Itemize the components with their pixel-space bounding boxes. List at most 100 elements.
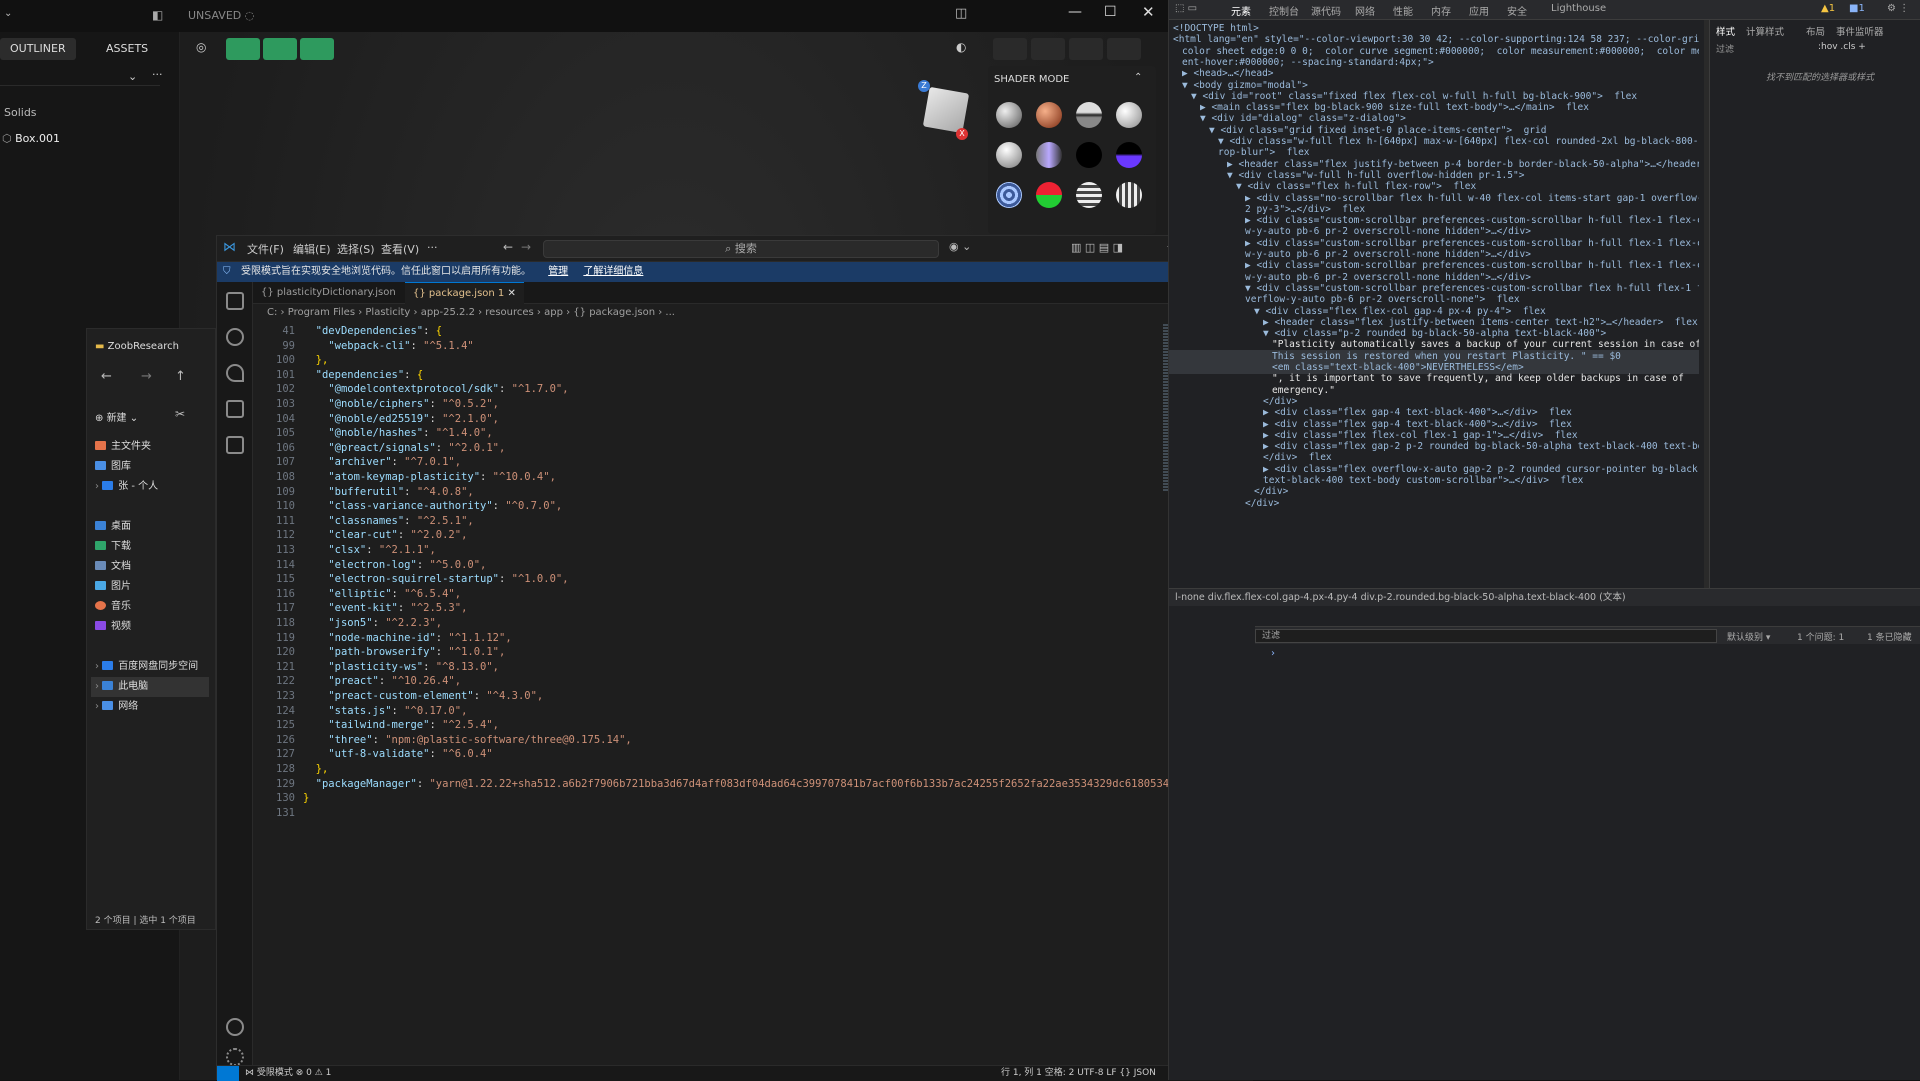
code-line[interactable]: 104 "@noble/ed25519": "^2.1.0",	[253, 412, 1217, 427]
code-line[interactable]: 125 "tailwind-merge": "^2.5.4",	[253, 718, 1217, 733]
gizmo-x-axis[interactable]: X	[956, 128, 968, 140]
search-icon[interactable]	[226, 328, 244, 346]
shader-matcap-stripes-h[interactable]	[1076, 182, 1102, 208]
extensions-icon[interactable]	[226, 436, 244, 454]
status-left[interactable]: ⋈ 受限模式 ⊗ 0 ⚠ 1	[245, 1066, 331, 1081]
gear-icon[interactable]: ⚙ ⋮	[1887, 3, 1909, 14]
tab-assets[interactable]: ASSETS	[96, 38, 158, 60]
select-mode-face-button[interactable]	[300, 38, 334, 60]
banner-learn-more-link[interactable]: 了解详细信息	[583, 266, 643, 277]
tab-sources[interactable]: 源代码	[1311, 3, 1341, 18]
sidebar-toggle-icon[interactable]: ◧	[152, 8, 163, 22]
code-line[interactable]: 118 "json5": "^2.2.3",	[253, 616, 1217, 631]
tab-network[interactable]: 网络	[1355, 3, 1375, 18]
explorer-icon[interactable]	[226, 292, 244, 310]
code-line[interactable]: 101 "dependencies": {	[253, 368, 1217, 383]
viewport-home-icon[interactable]: ◎	[188, 38, 216, 60]
maximize-button[interactable]: ☐	[1104, 4, 1117, 20]
chevron-down-icon[interactable]: ⌄	[4, 8, 12, 19]
nav-videos[interactable]: 视频	[95, 617, 131, 637]
close-icon[interactable]: ✕	[507, 288, 515, 299]
menu-selection[interactable]: 选择(S)	[337, 241, 375, 257]
shader-matcap-gray[interactable]	[996, 102, 1022, 128]
banner-manage-link[interactable]: 管理	[548, 266, 568, 277]
nav-home[interactable]: 主文件夹	[95, 437, 151, 457]
nav-network[interactable]: › 网络	[95, 697, 138, 717]
tree-item-box[interactable]: ⬡ Box.001	[2, 132, 60, 145]
code-line[interactable]: 121 "plasticity-ws": "^8.13.0",	[253, 660, 1217, 675]
nav-desktop[interactable]: 桌面	[95, 517, 131, 537]
hov-cls-toggle[interactable]: :hov .cls +	[1818, 42, 1866, 52]
code-line[interactable]: 127 "utf-8-validate": "^6.0.4"	[253, 747, 1217, 762]
chevron-down-icon[interactable]: ⌄	[128, 70, 137, 83]
menu-file[interactable]: 文件(F)	[247, 241, 284, 257]
dom-node[interactable]: </div>	[1169, 497, 1699, 510]
back-icon[interactable]: ←	[101, 369, 112, 384]
code-line[interactable]: 130}	[253, 791, 1217, 806]
tab-layout[interactable]: 布局	[1806, 24, 1825, 38]
nav-personal[interactable]: › 张 - 个人	[95, 477, 158, 497]
nav-downloads[interactable]: 下载	[95, 537, 131, 557]
code-line[interactable]: 111 "classnames": "^2.5.1",	[253, 514, 1217, 529]
nav-baidu-sync[interactable]: › 百度网盘同步空间	[95, 657, 198, 677]
tab-lighthouse[interactable]: Lighthouse	[1551, 3, 1606, 14]
code-line[interactable]: 115 "electron-squirrel-startup": "^1.0.0…	[253, 572, 1217, 587]
layout-icon[interactable]: ◫	[955, 6, 967, 21]
nav-music[interactable]: 音乐	[95, 597, 131, 617]
code-line[interactable]: 114 "electron-log": "^5.0.0",	[253, 558, 1217, 573]
code-line[interactable]: 109 "bufferutil": "^4.0.8",	[253, 485, 1217, 500]
tab-plasticity-dictionary[interactable]: {} plasticityDictionary.json	[253, 282, 404, 304]
code-line[interactable]: 103 "@noble/ciphers": "^0.5.2",	[253, 397, 1217, 412]
code-line[interactable]: 116 "elliptic": "^6.5.4",	[253, 587, 1217, 602]
shader-matcap-stripes-v[interactable]	[1116, 182, 1142, 208]
nav-this-pc[interactable]: › 此电脑	[91, 677, 209, 697]
shader-matcap-normal[interactable]	[1036, 182, 1062, 208]
code-line[interactable]: 41 "devDependencies": {	[253, 324, 1217, 339]
nav-gallery[interactable]: 图库	[95, 457, 131, 477]
shader-matcap-clay[interactable]	[1036, 102, 1062, 128]
tab-application[interactable]: 应用	[1469, 3, 1489, 18]
minimize-button[interactable]: —	[1068, 4, 1082, 20]
code-line[interactable]: 99 "webpack-cli": "^5.1.4"	[253, 339, 1217, 354]
gizmo-z-axis[interactable]: Z	[918, 80, 930, 92]
tab-styles[interactable]: 样式	[1716, 24, 1735, 38]
code-line[interactable]: 102 "@modelcontextprotocol/sdk": "^1.7.0…	[253, 382, 1217, 397]
forward-icon[interactable]: →	[141, 369, 152, 384]
status-right[interactable]: 行 1, 列 1 空格: 2 UTF-8 LF {} JSON	[1001, 1066, 1156, 1081]
view-cube[interactable]	[922, 86, 970, 134]
inspect-icon[interactable]: ⬚ ▭	[1175, 3, 1197, 14]
code-line[interactable]: 128 },	[253, 762, 1217, 777]
shader-matcap-white[interactable]	[1116, 102, 1142, 128]
source-control-icon[interactable]	[226, 364, 244, 382]
menu-edit[interactable]: 编辑(E)	[293, 241, 331, 257]
xray-icon[interactable]	[1069, 38, 1103, 60]
tab-security[interactable]: 安全	[1507, 3, 1527, 18]
tab-performance[interactable]: 性能	[1393, 3, 1413, 18]
new-button[interactable]: ⊕ 新建 ⌄	[95, 409, 138, 424]
tree-group-solids[interactable]: Solids	[4, 106, 37, 119]
issues-icon[interactable]: ■1	[1849, 3, 1865, 14]
nav-pictures[interactable]: 图片	[95, 577, 131, 597]
nav-documents[interactable]: 文档	[95, 557, 131, 577]
code-line[interactable]: 107 "archiver": "^7.0.1",	[253, 455, 1217, 470]
code-editor[interactable]: 41 "devDependencies": {99 "webpack-cli":…	[253, 324, 1217, 1054]
code-line[interactable]: 124 "stats.js": "^0.17.0",	[253, 704, 1217, 719]
warning-icon[interactable]: ▲1	[1821, 3, 1835, 14]
console-issues-count[interactable]: 1 个问题: 1	[1797, 630, 1844, 643]
code-line[interactable]: 131	[253, 806, 1217, 821]
code-line[interactable]: 117 "event-kit": "^2.5.3",	[253, 601, 1217, 616]
command-center-search[interactable]: ⌕ 搜索	[543, 240, 939, 258]
up-icon[interactable]: ↑	[175, 369, 186, 384]
code-line[interactable]: 110 "class-variance-authority": "^0.7.0"…	[253, 499, 1217, 514]
copilot-icon[interactable]: ◉ ⌄	[949, 240, 971, 253]
contrast-icon[interactable]: ◐	[946, 38, 980, 60]
cut-icon[interactable]: ✂	[175, 407, 185, 421]
code-line[interactable]: 119 "node-machine-id": "^1.1.12",	[253, 631, 1217, 646]
code-line[interactable]: 122 "preact": "^10.26.4",	[253, 674, 1217, 689]
styles-filter-input[interactable]: 过滤	[1716, 42, 1734, 55]
menu-view[interactable]: 查看(V)	[381, 241, 419, 257]
select-mode-vertex-button[interactable]	[226, 38, 260, 60]
code-line[interactable]: 113 "clsx": "^2.1.1",	[253, 543, 1217, 558]
shader-matcap-purple[interactable]	[1116, 142, 1142, 168]
code-line[interactable]: 108 "atom-keymap-plasticity": "^10.0.4",	[253, 470, 1217, 485]
